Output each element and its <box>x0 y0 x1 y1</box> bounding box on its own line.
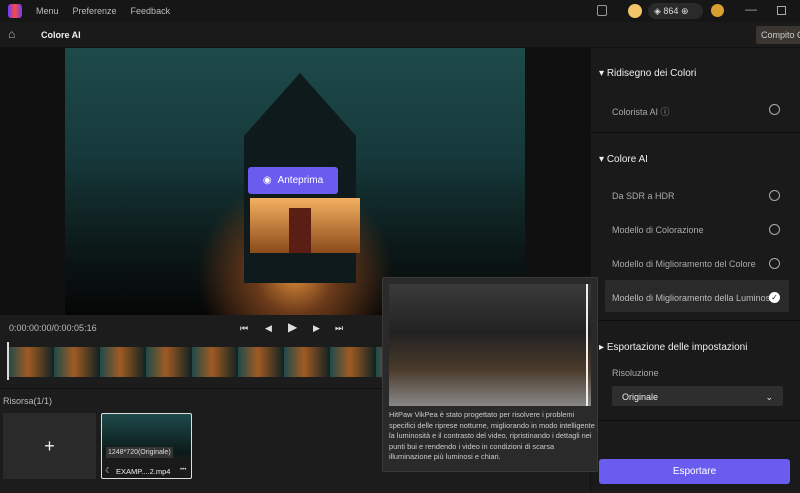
add-resource-button[interactable]: + <box>3 413 96 479</box>
next-frame-button[interactable]: ▶ <box>313 323 320 334</box>
file-name: EXAMP....2.mp4 <box>116 467 171 476</box>
resources-title: Risorsa(1/1) <box>3 396 53 406</box>
shop-icon[interactable] <box>628 4 642 18</box>
export-button[interactable]: Esportare <box>599 459 790 484</box>
preview-label: Anteprima <box>277 175 324 186</box>
divider <box>591 320 800 321</box>
more-button[interactable]: ••• <box>180 467 186 473</box>
option-colorazione[interactable]: Modello di Colorazione <box>612 225 704 235</box>
resolution-value: Originale <box>622 392 659 402</box>
maximize-button[interactable] <box>777 6 786 15</box>
menu-item-feedback[interactable]: Feedback <box>131 6 171 16</box>
credits-count: 864 <box>663 6 679 16</box>
resolution-badge: 1248*720(Originale) <box>106 447 173 458</box>
app-logo <box>8 4 22 18</box>
divider <box>591 132 800 133</box>
section-title: Esportazione delle impostazioni <box>606 342 748 353</box>
night-city-image <box>389 284 591 406</box>
prev-frame-button[interactable]: ◀ <box>265 323 272 334</box>
menu-item-menu[interactable]: Menu <box>36 6 59 16</box>
door-image <box>289 208 311 253</box>
option-luminosita[interactable]: Modello di Miglioramento della Luminosit… <box>612 293 770 303</box>
section-colore-ai[interactable]: ▾ Colore AI <box>599 154 648 165</box>
night-icon: ☾ <box>105 466 113 475</box>
minimize-button[interactable]: — <box>745 2 757 16</box>
option-label: Colorista AI <box>612 107 659 117</box>
info-icon[interactable]: ⓘ <box>661 107 670 117</box>
eye-icon: ◉ <box>262 175 272 186</box>
section-title: Colore AI <box>606 154 648 165</box>
task-button[interactable]: Compito C <box>756 26 800 44</box>
preview-button[interactable]: ◉ Anteprima <box>248 167 338 194</box>
time-display: 0:00:00:00/0:00:05:16 <box>9 323 97 333</box>
option-colorista-ai[interactable]: Colorista AI ⓘ <box>612 105 670 118</box>
section-ridisegno[interactable]: ▾ Ridisegno dei Colori <box>599 68 696 79</box>
radio-colorazione[interactable] <box>769 224 780 235</box>
compare-slider <box>586 284 588 406</box>
resolution-label: Risoluzione <box>612 368 659 378</box>
option-colore[interactable]: Modello di Miglioramento del Colore <box>612 259 756 269</box>
user-avatar-icon[interactable] <box>711 4 724 17</box>
radio-colore[interactable] <box>769 258 780 269</box>
feature-tooltip: HitPaw VikPea è stato progettato per ris… <box>382 277 598 472</box>
header-bar: ⌂ Colore AI Compito C <box>0 22 800 48</box>
divider <box>591 420 800 421</box>
section-export-settings[interactable]: ▸ Esportazione delle impostazioni <box>599 342 747 353</box>
resolution-select[interactable]: Originale ⌄ <box>612 386 783 406</box>
title-bar: Menu Preferenze Feedback ◈ 864 ⊕ — <box>0 0 800 22</box>
play-button[interactable]: ▶ <box>288 320 297 334</box>
option-sdr-hdr[interactable]: Da SDR a HDR <box>612 191 675 201</box>
skip-start-button[interactable]: ⏮ <box>240 323 248 334</box>
menu-item-preferenze[interactable]: Preferenze <box>73 6 117 16</box>
radio-sdr-hdr[interactable] <box>769 190 780 201</box>
settings-panel: ▾ Ridisegno dei Colori Colorista AI ⓘ ▾ … <box>590 48 800 493</box>
chevron-down-icon: ⌄ <box>765 392 773 402</box>
skip-end-button[interactable]: ⏭ <box>335 323 343 334</box>
playhead[interactable] <box>7 342 9 380</box>
notes-icon[interactable] <box>597 5 607 16</box>
resource-card[interactable]: 1248*720(Originale) ☾ EXAMP....2.mp4 ••• <box>101 413 192 479</box>
page-title: Colore AI <box>41 30 81 40</box>
home-icon[interactable]: ⌂ <box>8 27 15 41</box>
timeline-strip[interactable] <box>8 347 382 377</box>
radio-luminosita-checked[interactable]: ✓ <box>769 292 780 303</box>
section-title: Ridisegno dei Colori <box>606 68 697 79</box>
tooltip-text: HitPaw VikPea è stato progettato per ris… <box>389 410 595 461</box>
radio-colorista-ai[interactable] <box>769 104 780 115</box>
